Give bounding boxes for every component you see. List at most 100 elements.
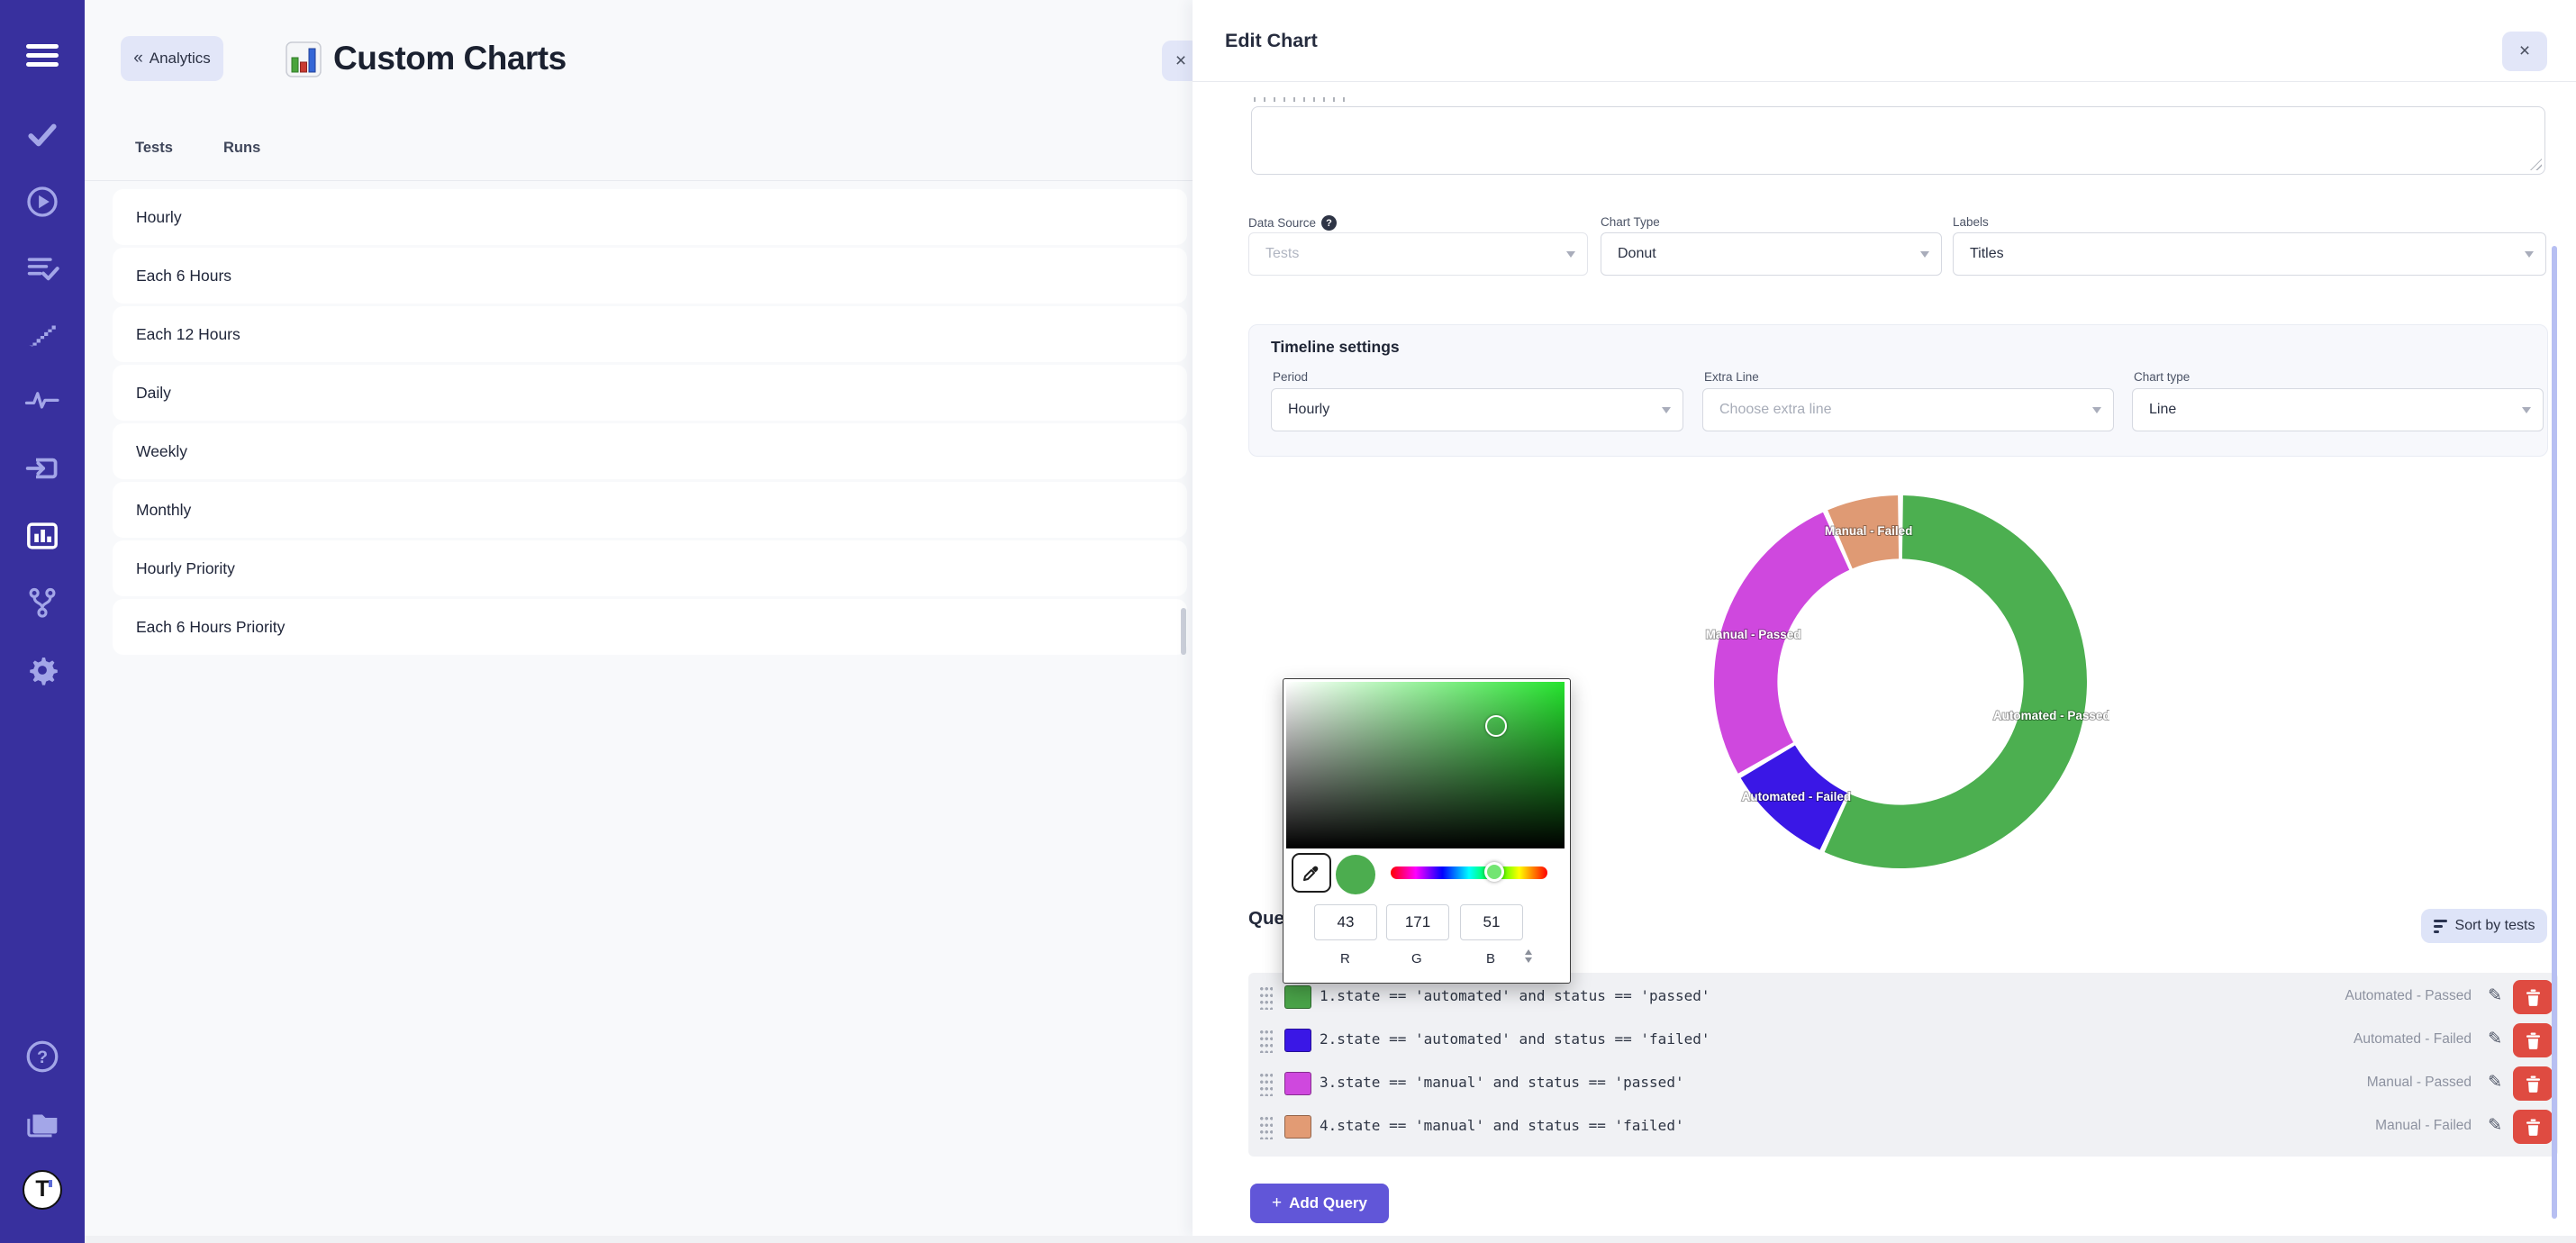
title-textarea-wrap: [1251, 106, 2545, 175]
query-text: 4.state == 'manual' and status == 'faile…: [1320, 1117, 1684, 1134]
drag-handle-icon[interactable]: [1259, 985, 1273, 1010]
plus-icon: +: [1272, 1193, 1282, 1213]
query-row: 4.state == 'manual' and status == 'faile…: [1248, 1105, 2558, 1148]
edit-chart-title: Edit Chart: [1225, 30, 1318, 52]
delete-query-button[interactable]: [2513, 1066, 2553, 1101]
help-circle-icon[interactable]: ?: [1321, 215, 1337, 231]
trash-icon: [2526, 1075, 2541, 1093]
right-scrollbar-thumb[interactable]: [2552, 246, 2557, 1219]
add-query-button[interactable]: + Add Query: [1250, 1184, 1389, 1223]
chart-list-item[interactable]: Hourly: [113, 189, 1187, 245]
query-row: 2.state == 'automated' and status == 'fa…: [1248, 1019, 2558, 1062]
edit-pencil-icon[interactable]: ✎: [2488, 1074, 2502, 1091]
chart-list: Hourly Each 6 Hours Each 12 Hours Daily …: [113, 189, 1187, 658]
edit-pencil-icon[interactable]: ✎: [2488, 1030, 2502, 1048]
analytics-chart-icon[interactable]: [23, 516, 62, 556]
drag-handle-icon[interactable]: [1259, 1072, 1273, 1096]
trash-icon: [2526, 989, 2541, 1006]
current-color-swatch: [1336, 855, 1375, 894]
eyedropper-button[interactable]: [1292, 853, 1331, 893]
chevron-down-icon: [1566, 251, 1575, 258]
tabs-divider: [85, 180, 1193, 181]
tests-check-icon[interactable]: [23, 115, 62, 155]
clipped-field-label: [1254, 97, 1353, 102]
close-edit-panel-button[interactable]: ×: [2502, 32, 2547, 71]
chart-list-item[interactable]: Daily: [113, 365, 1187, 421]
pulse-icon[interactable]: [23, 381, 62, 421]
close-icon: ×: [2519, 41, 2530, 62]
delete-query-button[interactable]: [2513, 1110, 2553, 1144]
runs-play-icon[interactable]: [23, 182, 62, 222]
donut-segment[interactable]: [1714, 513, 1849, 774]
query-result-label: Automated - Passed: [2345, 988, 2472, 1004]
eyedropper-icon: [1301, 862, 1322, 884]
query-color-swatch[interactable]: [1284, 1072, 1311, 1095]
blue-label: B: [1486, 951, 1495, 966]
back-to-analytics-button[interactable]: « Analytics: [121, 36, 223, 81]
tab-runs[interactable]: Runs: [223, 140, 260, 157]
edit-pencil-icon[interactable]: ✎: [2488, 1117, 2502, 1134]
delete-query-button[interactable]: [2513, 980, 2553, 1014]
delete-query-button[interactable]: [2513, 1023, 2553, 1057]
chart-title-textarea[interactable]: [1251, 106, 2545, 175]
format-toggle[interactable]: [1525, 949, 1532, 963]
query-text: 1.state == 'automated' and status == 'pa…: [1320, 987, 1710, 1004]
labels-select[interactable]: Titles: [1953, 232, 2546, 276]
query-color-swatch[interactable]: [1284, 1029, 1311, 1052]
data-source-label: Data Source ?: [1248, 215, 1337, 231]
sort-icon: [2434, 920, 2447, 933]
query-color-swatch[interactable]: [1284, 1115, 1311, 1139]
import-icon[interactable]: [23, 449, 62, 488]
query-color-swatch[interactable]: [1284, 985, 1311, 1009]
steps-icon[interactable]: [23, 315, 62, 355]
saturation-area[interactable]: [1286, 682, 1565, 848]
query-list: 1.state == 'automated' and status == 'pa…: [1248, 973, 2558, 1157]
saturation-cursor[interactable]: [1485, 715, 1507, 737]
drag-handle-icon[interactable]: [1259, 1115, 1273, 1139]
help-icon[interactable]: ?: [23, 1037, 62, 1076]
donut-segment-label: Manual - Failed: [1825, 524, 1913, 538]
chart-type-label: Chart Type: [1601, 215, 1660, 229]
query-text: 3.state == 'manual' and status == 'passe…: [1320, 1074, 1684, 1091]
chart-list-item[interactable]: Weekly: [113, 423, 1187, 479]
custom-charts-panel: « Analytics Custom Charts × Tests Runs H…: [85, 0, 1193, 1236]
edit-pencil-icon[interactable]: ✎: [2488, 987, 2502, 1004]
suites-list-check-icon[interactable]: [23, 248, 62, 287]
hue-slider-thumb[interactable]: [1484, 862, 1504, 882]
drag-handle-icon[interactable]: [1259, 1029, 1273, 1053]
chart-type-select[interactable]: Donut: [1601, 232, 1942, 276]
svg-text:?: ?: [37, 1048, 48, 1067]
green-input[interactable]: [1386, 904, 1449, 940]
menu-icon[interactable]: [23, 36, 62, 76]
chevron-down-icon: [2525, 251, 2534, 258]
chart-list-item[interactable]: Each 6 Hours: [113, 248, 1187, 304]
timeline-settings-box: Timeline settings Period Hourly Extra Li…: [1248, 324, 2548, 457]
donut-chart: Automated - PassedAutomated - FailedManu…: [1692, 473, 2109, 891]
period-select[interactable]: Hourly: [1271, 388, 1683, 431]
settings-gear-icon[interactable]: [23, 650, 62, 690]
back-chevron-icon: «: [133, 49, 143, 68]
extra-line-select[interactable]: Choose extra line: [1702, 388, 2114, 431]
query-result-label: Automated - Failed: [2354, 1031, 2472, 1048]
timeline-chart-type-select[interactable]: Line: [2132, 388, 2544, 431]
data-source-select[interactable]: Tests: [1248, 232, 1588, 276]
timeline-chart-type-label: Chart type: [2134, 370, 2190, 384]
period-label: Period: [1273, 370, 1308, 384]
blue-input[interactable]: [1460, 904, 1523, 940]
close-icon: ×: [1175, 50, 1186, 72]
branches-icon[interactable]: [23, 583, 62, 622]
sort-by-tests-button[interactable]: Sort by tests: [2421, 909, 2547, 943]
chart-list-item[interactable]: Monthly: [113, 482, 1187, 538]
chart-list-item[interactable]: Hourly Priority: [113, 540, 1187, 596]
chart-list-item[interactable]: Each 12 Hours: [113, 306, 1187, 362]
projects-folder-icon[interactable]: [23, 1104, 62, 1144]
hue-slider[interactable]: [1391, 866, 1547, 879]
tab-tests[interactable]: Tests: [135, 140, 173, 157]
color-picker-popup: R G B: [1283, 678, 1571, 984]
left-scrollbar-thumb[interactable]: [1181, 608, 1186, 655]
edit-header-divider: [1193, 81, 2576, 82]
red-input[interactable]: [1314, 904, 1377, 940]
chart-list-item[interactable]: Each 6 Hours Priority: [113, 599, 1187, 655]
logo[interactable]: T: [23, 1170, 62, 1210]
chevron-down-icon: [1662, 407, 1671, 413]
